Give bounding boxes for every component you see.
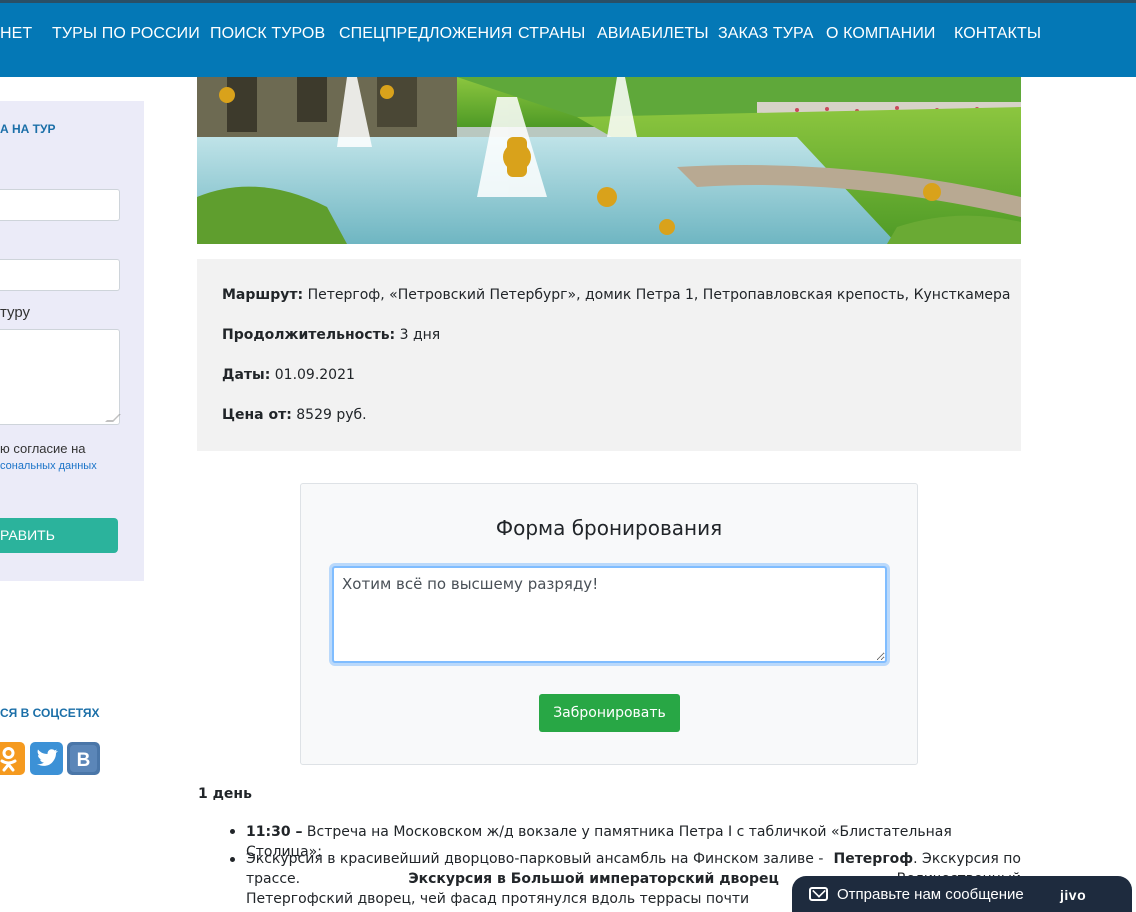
envelope-icon xyxy=(809,887,828,901)
price-row: Цена от: 8529 руб. xyxy=(222,407,367,423)
item-text: Петергофский дворец, чей фасад протянулс… xyxy=(246,891,750,907)
nav-item-tour-search[interactable]: ПОИСК ТУРОВ xyxy=(210,25,325,43)
booking-form: Форма бронирования Хотим всё по высшему … xyxy=(300,483,918,765)
nav-item-countries[interactable]: СТРАНЫ xyxy=(518,25,585,43)
dates-value: 01.09.2021 xyxy=(274,367,355,383)
tour-info-panel: Маршрут: Петергоф, «Петровский Петербург… xyxy=(197,259,1021,451)
list-bullet xyxy=(230,829,235,834)
nav-item-russia-tours[interactable]: ТУРЫ ПО РОССИИ xyxy=(52,25,200,43)
svg-text:B: B xyxy=(77,750,91,771)
day-title: 1 день xyxy=(198,786,252,802)
name-field[interactable] xyxy=(0,189,120,221)
chat-label: Отправьте нам сообщение xyxy=(837,886,1024,903)
duration-row: Продолжительность: 3 дня xyxy=(222,327,440,343)
duration-label: Продолжительность: xyxy=(222,327,396,343)
route-label: Маршрут: xyxy=(222,287,304,303)
item-text: трассе. xyxy=(246,871,301,887)
sidebar-send-label: РАВИТЬ xyxy=(0,527,55,543)
twitter-icon[interactable] xyxy=(30,742,63,775)
booking-form-title: Форма бронирования xyxy=(495,516,723,540)
comment-textarea[interactable] xyxy=(0,329,121,425)
item-line: Экскурсия в красивейший дворцово-парковы… xyxy=(246,849,1021,869)
odnoklassniki-icon[interactable] xyxy=(0,742,25,775)
vk-icon[interactable]: B xyxy=(67,742,100,775)
route-row: Маршрут: Петергоф, «Петровский Петербург… xyxy=(222,287,1011,303)
book-button[interactable]: Забронировать xyxy=(539,694,680,732)
item-highlight: Петергоф xyxy=(833,851,914,867)
item-highlight: Экскурсия в Большой императорский дворец xyxy=(408,871,779,887)
item-time: 11:30 – xyxy=(246,824,303,840)
phone-field[interactable] xyxy=(0,259,120,291)
sidebar-form-title: А НА ТУР xyxy=(0,122,56,136)
nav-item-about[interactable]: О КОМПАНИИ xyxy=(826,25,936,43)
route-value: Петергоф, «Петровский Петербург», домик … xyxy=(307,287,1011,303)
price-value: 8529 руб. xyxy=(296,407,367,423)
privacy-link[interactable]: сональных данных xyxy=(0,460,97,472)
tour-hero-image xyxy=(197,77,1021,244)
item-text: Экскурсия в красивейший дворцово-парковы… xyxy=(246,851,824,867)
nav-item-flights[interactable]: АВИАБИЛЕТЫ xyxy=(597,25,709,43)
comment-label: туру xyxy=(0,304,31,321)
nav-item-special-offers[interactable]: СПЕЦПРЕДЛОЖЕНИЯ xyxy=(339,25,512,43)
duration-value: 3 дня xyxy=(399,327,441,343)
nav-item-order-tour[interactable]: ЗАКАЗ ТУРА xyxy=(718,25,813,43)
consent-text: ю согласие на xyxy=(0,441,86,456)
list-bullet xyxy=(230,857,235,862)
top-navigation: НЕТ ТУРЫ ПО РОССИИ ПОИСК ТУРОВ СПЕЦПРЕДЛ… xyxy=(0,0,1136,77)
nav-item-internet[interactable]: НЕТ xyxy=(0,25,32,43)
dates-row: Даты: 01.09.2021 xyxy=(222,367,355,383)
sidebar-send-button[interactable]: РАВИТЬ xyxy=(0,518,118,553)
chat-widget[interactable]: Отправьте нам сообщение jivo xyxy=(792,876,1132,912)
nav-item-contacts[interactable]: КОНТАКТЫ xyxy=(954,25,1041,43)
resize-handle-icon[interactable] xyxy=(105,414,121,422)
social-title: СЯ В СОЦСЕТЯХ xyxy=(0,706,100,720)
dates-label: Даты: xyxy=(222,367,271,383)
booking-message-textarea[interactable]: Хотим всё по высшему разряду! xyxy=(332,566,887,663)
item-text: . Экскурсия по xyxy=(913,851,1021,867)
jivo-logo: jivo xyxy=(1060,887,1087,903)
price-label: Цена от: xyxy=(222,407,292,423)
